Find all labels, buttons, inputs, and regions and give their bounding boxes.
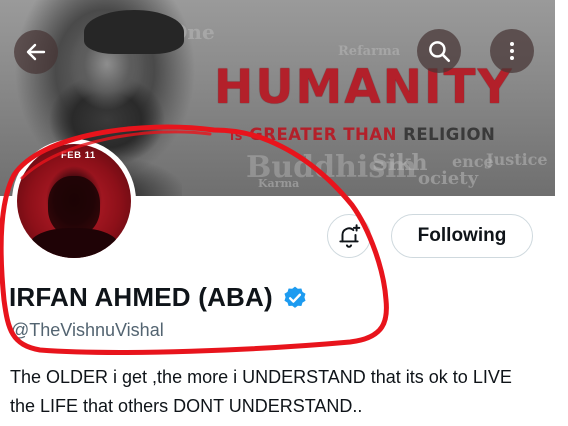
avatar-head [48,176,100,236]
display-name: IRFAN AHMED (ABA) [9,282,273,312]
verified-badge-icon[interactable] [282,285,308,311]
banner-tagline-end: RELIGION [403,125,496,144]
banner-tagline-small: IS [230,130,244,143]
avatar-label: FEB 11 [61,150,96,161]
more-vertical-icon [510,42,514,60]
banner-tagline: IS GREATER THAN RELIGION [230,125,550,144]
banner-portrait-hair [84,10,184,54]
profile-name-row: IRFAN AHMED (ABA) [9,282,308,313]
banner-collage-word: Refarma [338,44,401,59]
arrow-left-icon [26,43,46,61]
bell-plus-icon [339,224,361,248]
avatar[interactable]: FEB 11 [17,144,131,258]
profile-bio: The OLDER i get ,the more i UNDERSTAND t… [10,367,512,416]
notifications-button[interactable] [327,214,371,258]
banner-tagline-main: GREATER THAN [249,125,397,144]
avatar-body [29,228,119,258]
banner-collage-word: ociety [418,168,479,189]
following-button[interactable]: Following [391,214,533,258]
search-button[interactable] [417,29,461,73]
banner-collage-word: Justice [486,150,548,169]
more-button[interactable] [490,29,534,73]
search-icon [429,41,451,63]
back-button[interactable] [14,30,58,74]
banner-headline: HUMANITY [214,60,514,115]
profile-handle: @TheVishnuVishal [11,320,164,340]
banner-collage-word: Karma [258,177,300,190]
